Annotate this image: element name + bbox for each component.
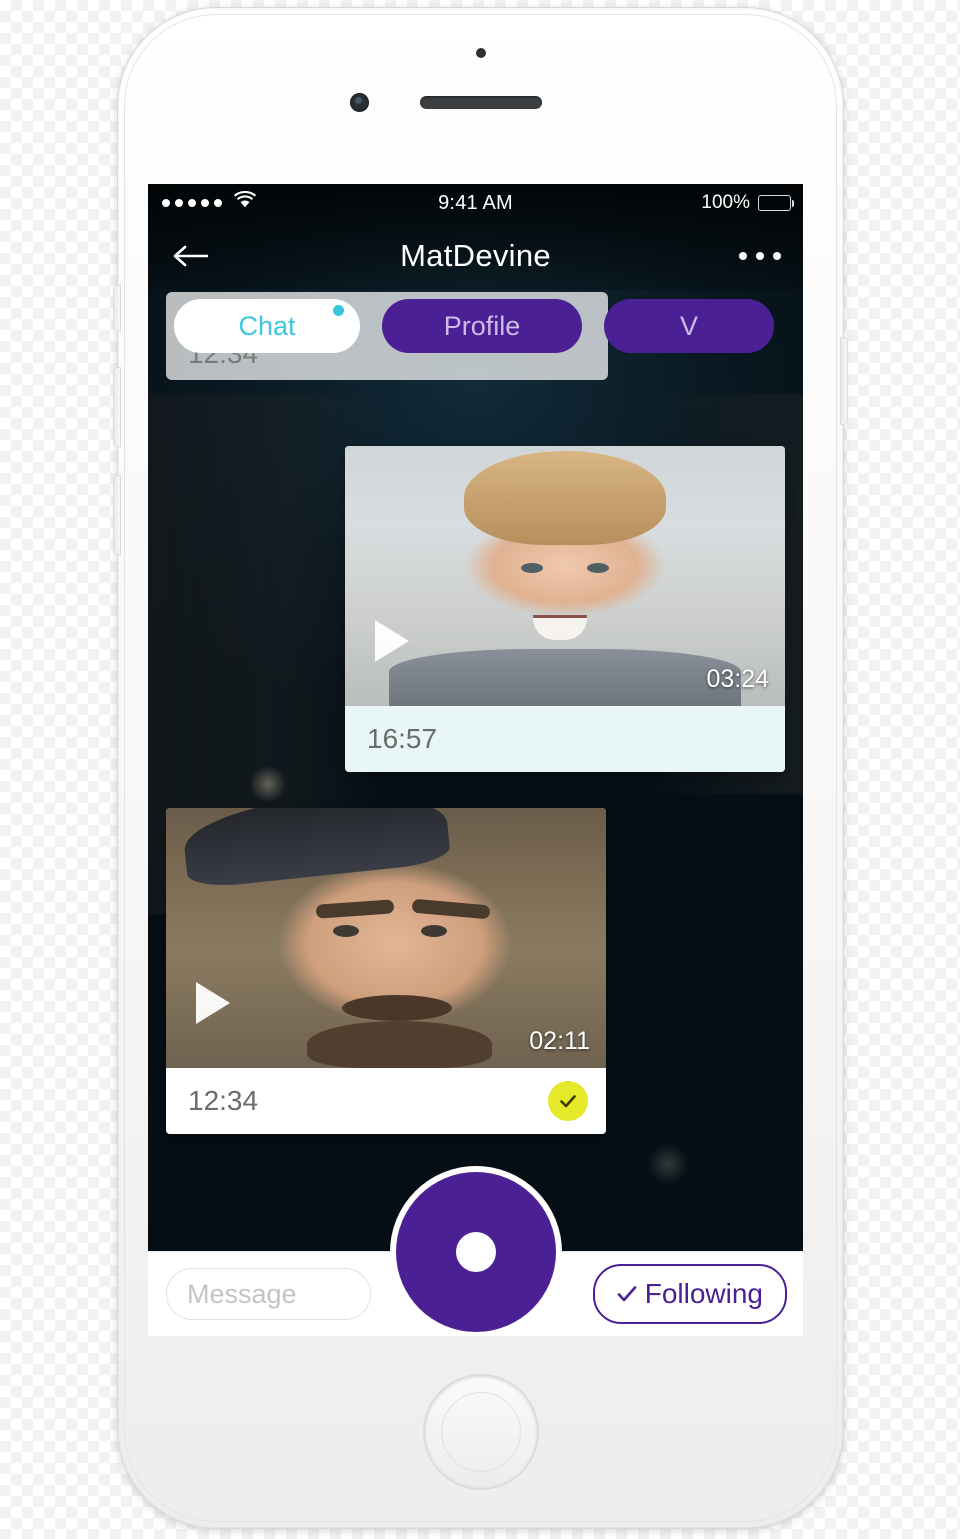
play-icon[interactable]	[375, 620, 409, 662]
wifi-icon	[233, 190, 257, 215]
video-card-footer: 16:57	[345, 706, 785, 772]
tab-bar: Chat Profile V	[148, 296, 803, 356]
more-dot	[756, 252, 764, 260]
video-thumbnail[interactable]: 03:24	[345, 446, 785, 706]
message-time: 12:34	[188, 1085, 259, 1116]
eye-left	[521, 563, 543, 573]
home-button[interactable]	[424, 1376, 537, 1488]
record-button-core	[455, 1232, 496, 1272]
signal-dot	[188, 199, 196, 207]
message-input[interactable]	[166, 1268, 371, 1320]
proximity-sensor	[475, 48, 486, 58]
earpiece-speaker	[419, 96, 542, 109]
more-dot	[739, 252, 747, 260]
tab-profile[interactable]: Profile	[382, 299, 582, 353]
video-message-card[interactable]: 02:11 12:34	[166, 808, 606, 1134]
message-list: 12:34 03:24 16:57 02:11 12:34	[148, 184, 803, 1336]
signal-dot	[214, 199, 222, 207]
tab-video[interactable]: V	[604, 299, 774, 353]
beard	[306, 1021, 492, 1068]
denim-vest	[389, 648, 741, 706]
page-title: MatDevine	[400, 238, 551, 273]
eye-left	[333, 925, 360, 937]
signal-dot	[175, 199, 183, 207]
more-horizontal-icon[interactable]	[739, 252, 781, 260]
tab-chat-label: Chat	[238, 310, 296, 341]
battery-full-icon	[758, 195, 794, 211]
video-duration: 02:11	[529, 1027, 590, 1055]
power-button[interactable]	[841, 338, 847, 424]
navigation-bar: MatDevine	[148, 222, 803, 290]
following-button[interactable]: Following	[592, 1264, 787, 1324]
signal-dot	[162, 199, 170, 207]
mouth	[533, 617, 587, 640]
tab-profile-label: Profile	[443, 310, 521, 341]
following-label: Following	[644, 1278, 763, 1309]
battery-percent: 100%	[701, 192, 750, 213]
unread-badge-dot	[333, 305, 344, 316]
status-bar: 9:41 AM 100%	[148, 184, 803, 222]
hair	[463, 451, 667, 545]
mustache	[342, 995, 452, 1022]
status-right: 100%	[701, 192, 794, 214]
eye-right	[421, 925, 448, 937]
eye-right	[587, 563, 609, 573]
volume-down-button[interactable]	[114, 476, 120, 554]
video-duration: 03:24	[706, 665, 769, 693]
tab-chat[interactable]: Chat	[174, 299, 360, 353]
record-button[interactable]	[395, 1172, 556, 1332]
eyebrow-right	[411, 898, 491, 919]
front-camera	[350, 93, 369, 112]
signal-strength	[162, 190, 257, 215]
signal-dot	[201, 199, 209, 207]
status-time: 9:41 AM	[438, 191, 513, 214]
arrow-left-icon[interactable]	[172, 242, 212, 270]
more-dot	[773, 252, 781, 260]
silent-switch[interactable]	[114, 286, 120, 330]
video-message-card[interactable]: 03:24 16:57	[345, 446, 785, 772]
video-thumbnail[interactable]: 02:11	[166, 808, 606, 1068]
eyebrow-left	[315, 898, 394, 919]
phone-device: 9:41 AM 100% MatDevine Chat Profile V 12…	[114, 8, 847, 1528]
tab-video-label: V	[679, 310, 698, 341]
hat	[180, 808, 451, 890]
message-time: 16:57	[367, 723, 438, 754]
check-circle-icon	[548, 1081, 588, 1121]
video-card-footer: 12:34	[166, 1068, 606, 1134]
play-icon[interactable]	[196, 982, 230, 1024]
volume-up-button[interactable]	[114, 368, 120, 446]
phone-screen: 9:41 AM 100% MatDevine Chat Profile V 12…	[148, 184, 803, 1336]
check-icon	[617, 1278, 637, 1310]
